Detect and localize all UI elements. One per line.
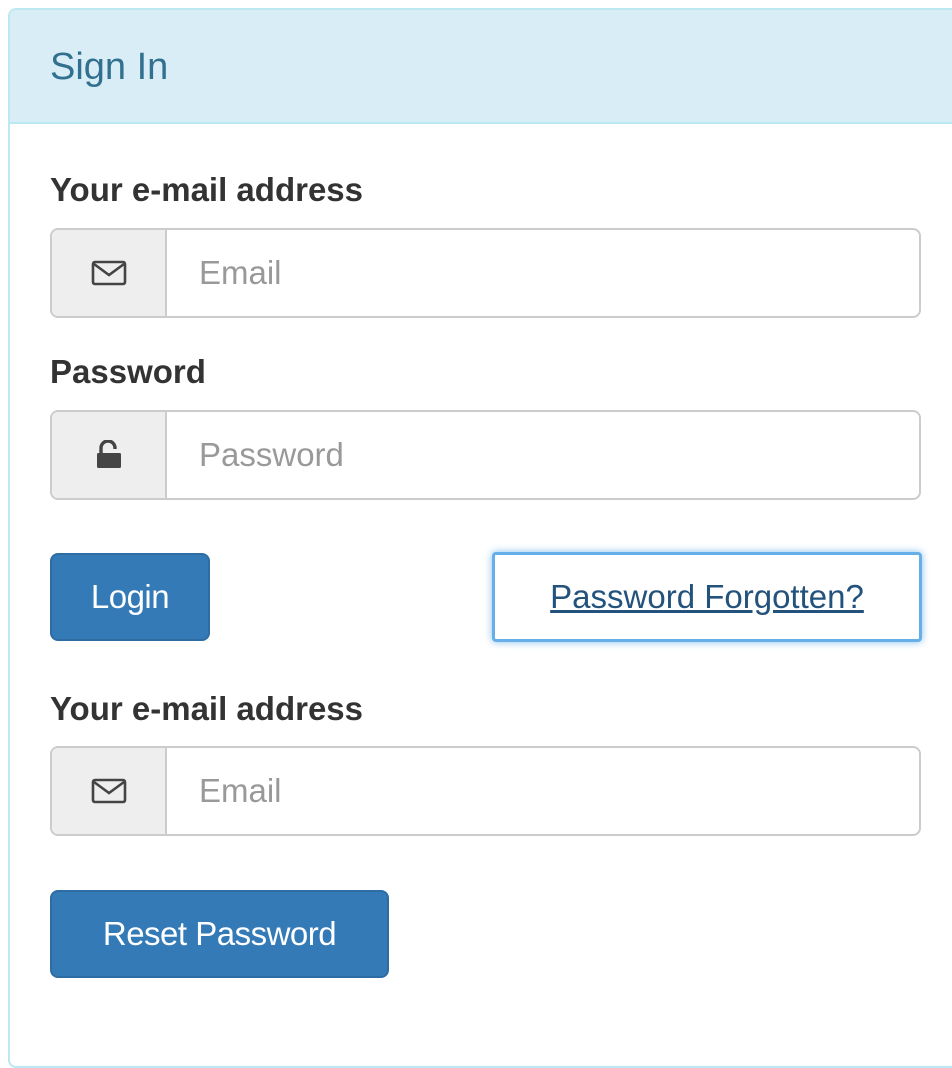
password-input[interactable] (167, 412, 919, 498)
panel-heading: Sign In (10, 10, 952, 124)
reset-email-label: Your e-mail address (50, 690, 364, 727)
login-button[interactable]: Login (50, 553, 210, 641)
email-input[interactable] (167, 230, 919, 316)
email-input-group (50, 228, 921, 318)
reset-email-addon (52, 748, 167, 834)
panel-title: Sign In (50, 46, 169, 88)
password-input-group (50, 410, 921, 500)
reset-password-button[interactable]: Reset Password (50, 890, 389, 978)
reset-email-input-group (50, 746, 921, 836)
email-label: Your e-mail address (50, 171, 364, 208)
password-addon (52, 412, 167, 498)
reset-email-input[interactable] (167, 748, 919, 834)
password-label: Password (50, 353, 206, 390)
lock-icon (96, 440, 121, 468)
envelope-icon (91, 778, 126, 804)
email-addon (52, 230, 167, 316)
password-forgotten-link[interactable]: Password Forgotten? (492, 552, 922, 642)
envelope-icon (91, 260, 126, 286)
